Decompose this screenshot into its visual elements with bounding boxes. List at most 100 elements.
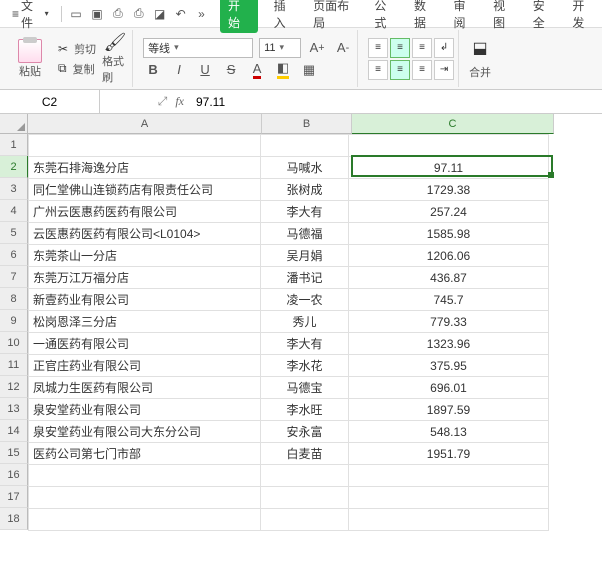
data-cell[interactable]: 白麦苗 bbox=[261, 443, 349, 465]
data-cell[interactable]: 东莞万江万福分店 bbox=[29, 267, 261, 289]
tab-layout[interactable]: 页面布局 bbox=[311, 0, 358, 33]
open-icon[interactable]: ▭ bbox=[68, 5, 85, 23]
data-cell[interactable]: 松岗恩泽三分店 bbox=[29, 311, 261, 333]
empty-cell[interactable] bbox=[29, 487, 261, 509]
data-cell[interactable]: 李大有 bbox=[261, 333, 349, 355]
data-cell[interactable]: 新壹药业有限公司 bbox=[29, 289, 261, 311]
format-brush-button[interactable]: 🖌 格式刷 bbox=[102, 46, 128, 72]
data-cell[interactable]: 548.13 bbox=[349, 421, 549, 443]
col-header-B[interactable]: B bbox=[262, 114, 352, 134]
row-header-10[interactable]: 10 bbox=[0, 332, 28, 354]
data-cell[interactable]: 李水花 bbox=[261, 355, 349, 377]
tab-security[interactable]: 安全 bbox=[531, 0, 557, 33]
name-box[interactable] bbox=[0, 90, 100, 113]
font-size-combo[interactable]: 11▾ bbox=[259, 38, 301, 58]
data-cell[interactable]: 257.24 bbox=[349, 201, 549, 223]
tab-review[interactable]: 审阅 bbox=[452, 0, 478, 33]
row-header-17[interactable]: 17 bbox=[0, 486, 28, 508]
tab-home[interactable]: 开始 bbox=[220, 0, 258, 33]
bold-button[interactable]: B bbox=[143, 60, 163, 80]
row-header-8[interactable]: 8 bbox=[0, 288, 28, 310]
data-cell[interactable]: 秀儿 bbox=[261, 311, 349, 333]
save-icon[interactable]: ▣ bbox=[89, 5, 106, 23]
data-cell[interactable]: 779.33 bbox=[349, 311, 549, 333]
print-icon[interactable]: ⎙ bbox=[130, 5, 147, 23]
empty-cell[interactable] bbox=[349, 487, 549, 509]
row-header-7[interactable]: 7 bbox=[0, 266, 28, 288]
tab-formula[interactable]: 公式 bbox=[372, 0, 398, 33]
empty-cell[interactable] bbox=[29, 509, 261, 531]
more-icon[interactable]: » bbox=[193, 5, 210, 23]
row-header-16[interactable]: 16 bbox=[0, 464, 28, 486]
data-cell[interactable]: 745.7 bbox=[349, 289, 549, 311]
data-cell[interactable]: 凌一农 bbox=[261, 289, 349, 311]
data-cell[interactable]: 马喊水 bbox=[261, 157, 349, 179]
data-cell[interactable]: 凤城力生医药有限公司 bbox=[29, 377, 261, 399]
data-cell[interactable]: 97.11 bbox=[349, 157, 549, 179]
data-cell[interactable]: 李水旺 bbox=[261, 399, 349, 421]
data-cell[interactable]: 696.01 bbox=[349, 377, 549, 399]
header-cell[interactable]: 业务金额 bbox=[349, 135, 549, 157]
data-cell[interactable]: 1951.79 bbox=[349, 443, 549, 465]
data-cell[interactable]: 436.87 bbox=[349, 267, 549, 289]
data-cell[interactable]: 吴月娟 bbox=[261, 245, 349, 267]
align-bottom-center[interactable]: ≡ bbox=[390, 60, 410, 80]
align-top-left[interactable]: ≡ bbox=[368, 38, 388, 58]
file-menu[interactable]: ≡ 文件 ▾ bbox=[6, 0, 55, 33]
data-cell[interactable]: 云医惠药医药有限公司<L0104> bbox=[29, 223, 261, 245]
empty-cell[interactable] bbox=[349, 509, 549, 531]
header-cell[interactable]: 客户名称 bbox=[29, 135, 261, 157]
copy-button[interactable]: ⧉ 复制 bbox=[58, 61, 96, 77]
empty-cell[interactable] bbox=[261, 487, 349, 509]
data-cell[interactable]: 1585.98 bbox=[349, 223, 549, 245]
italic-button[interactable]: I bbox=[169, 60, 189, 80]
empty-cell[interactable] bbox=[261, 509, 349, 531]
data-cell[interactable]: 1729.38 bbox=[349, 179, 549, 201]
align-bottom-left[interactable]: ≡ bbox=[368, 60, 388, 80]
cut-button[interactable]: ✂ 剪切 bbox=[58, 41, 96, 57]
data-cell[interactable]: 正官庄药业有限公司 bbox=[29, 355, 261, 377]
cells-area[interactable]: 客户名称客户代表业务金额东莞石排海逸分店马喊水97.11 同仁堂佛山连锁药店有限责… bbox=[28, 134, 549, 531]
data-cell[interactable]: 马德福 bbox=[261, 223, 349, 245]
row-header-13[interactable]: 13 bbox=[0, 398, 28, 420]
align-bottom-right[interactable]: ≡ bbox=[412, 60, 432, 80]
tab-view[interactable]: 视图 bbox=[491, 0, 517, 33]
formula-input[interactable] bbox=[190, 90, 602, 113]
row-header-18[interactable]: 18 bbox=[0, 508, 28, 530]
data-cell[interactable]: 东莞石排海逸分店 bbox=[29, 157, 261, 179]
row-header-15[interactable]: 15 bbox=[0, 442, 28, 464]
tab-dev[interactable]: 开发 bbox=[570, 0, 596, 33]
font-name-combo[interactable]: 等线▾ bbox=[143, 38, 253, 58]
row-header-14[interactable]: 14 bbox=[0, 420, 28, 442]
data-cell[interactable]: 1206.06 bbox=[349, 245, 549, 267]
data-cell[interactable]: 1897.59 bbox=[349, 399, 549, 421]
data-cell[interactable]: 广州云医惠药医药有限公司 bbox=[29, 201, 261, 223]
paste-button[interactable]: 粘贴 bbox=[8, 39, 52, 79]
data-cell[interactable]: 泉安堂药业有限公司 bbox=[29, 399, 261, 421]
select-all-corner[interactable] bbox=[0, 114, 28, 134]
preview-icon[interactable]: ◪ bbox=[151, 5, 168, 23]
col-header-C[interactable]: C bbox=[352, 114, 554, 134]
col-header-A[interactable]: A bbox=[28, 114, 262, 134]
row-header-4[interactable]: 4 bbox=[0, 200, 28, 222]
fx-icon[interactable]: fx bbox=[175, 94, 184, 109]
grow-font-button[interactable]: A+ bbox=[307, 38, 327, 58]
data-cell[interactable]: 一通医药有限公司 bbox=[29, 333, 261, 355]
font-color-button[interactable]: A bbox=[247, 60, 267, 80]
data-cell[interactable]: 同仁堂佛山连锁药店有限责任公司 bbox=[29, 179, 261, 201]
merge-button[interactable]: ⬓ 合并 bbox=[469, 38, 491, 80]
indent[interactable]: ⇥ bbox=[434, 60, 454, 80]
data-cell[interactable]: 安永富 bbox=[261, 421, 349, 443]
fill-color-button[interactable]: ◧ bbox=[273, 60, 293, 80]
empty-cell[interactable] bbox=[29, 465, 261, 487]
strike-button[interactable]: S bbox=[221, 60, 241, 80]
row-header-2[interactable]: 2 bbox=[0, 156, 28, 178]
data-cell[interactable]: 东莞茶山一分店 bbox=[29, 245, 261, 267]
row-header-12[interactable]: 12 bbox=[0, 376, 28, 398]
header-cell[interactable]: 客户代表 bbox=[261, 135, 349, 157]
align-top-center[interactable]: ≡ bbox=[390, 38, 410, 58]
data-cell[interactable]: 1323.96 bbox=[349, 333, 549, 355]
row-header-9[interactable]: 9 bbox=[0, 310, 28, 332]
data-cell[interactable]: 李大有 bbox=[261, 201, 349, 223]
data-cell[interactable]: 潘书记 bbox=[261, 267, 349, 289]
